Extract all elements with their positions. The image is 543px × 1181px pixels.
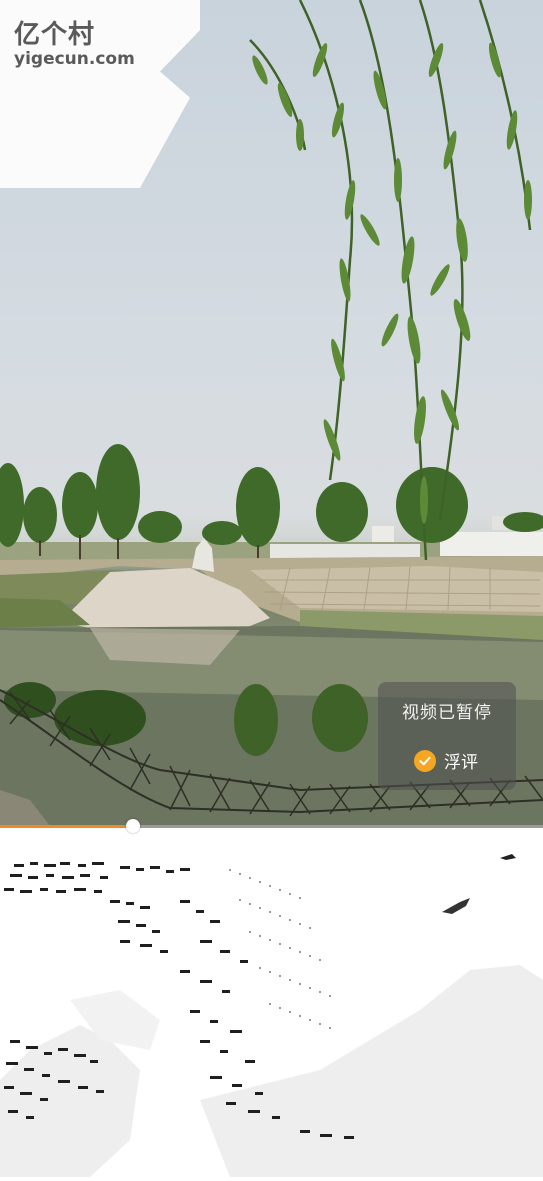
progress-bar[interactable]	[0, 819, 543, 833]
float-comment-label: 浮评	[444, 753, 478, 773]
tree-row	[0, 444, 543, 547]
land-region-right	[200, 965, 543, 1177]
video-player[interactable]: 亿个村 yigecun.com 视频已暂停 浮评	[0, 0, 543, 828]
map-mark	[500, 854, 516, 860]
paused-message: 视频已暂停	[402, 703, 492, 723]
site-logo: 亿个村 yigecun.com	[14, 22, 135, 68]
progress-fill	[0, 825, 133, 828]
progress-thumb[interactable]	[126, 819, 140, 833]
map-canvas	[0, 854, 543, 1177]
willow-leaves	[252, 42, 532, 524]
land-region-left	[0, 1025, 140, 1177]
map-mark	[442, 898, 470, 914]
map-panel[interactable]	[0, 840, 543, 1177]
field-dots	[229, 869, 331, 1029]
check-icon	[414, 749, 436, 772]
willow-branches	[249, 0, 532, 561]
logo-text-cn: 亿个村	[14, 20, 96, 50]
paused-overlay: 视频已暂停 浮评	[378, 682, 516, 790]
logo-text-en: yigecun.com	[14, 49, 135, 69]
float-comment-toggle[interactable]: 浮评	[414, 748, 478, 773]
